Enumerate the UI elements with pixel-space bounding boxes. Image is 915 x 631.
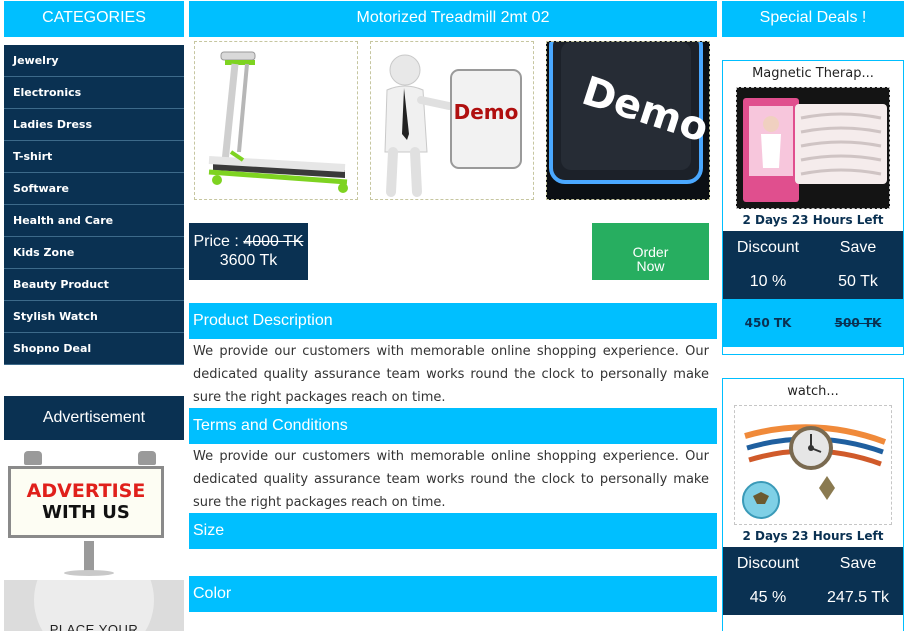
deal-price-row: 450 TK 500 TK: [723, 299, 903, 347]
deal-label-row: Discount Save: [723, 547, 903, 581]
place-your-ad-banner[interactable]: PLACE YOUR: [4, 580, 184, 631]
deal-card[interactable]: Magnetic Therap... 2 Days 23 Hours Left …: [722, 60, 904, 355]
deal-value-row: 10 % 50 Tk: [723, 265, 903, 299]
magnetic-belt-icon: [737, 88, 889, 208]
deal-image-watch[interactable]: [734, 405, 892, 525]
new-price: 3600 Tk: [219, 252, 278, 269]
deal-card[interactable]: watch... 2 Days 23 Hours Left Discount S…: [722, 378, 904, 631]
price-line: Price : 4000 TK: [189, 232, 308, 251]
save-value: 50 Tk: [838, 273, 878, 290]
sign-ground: [64, 570, 114, 576]
deal-countdown: 2 Days 23 Hours Left: [723, 209, 903, 231]
deal-name[interactable]: watch...: [723, 379, 903, 405]
advertise-board: ADVERTISE WITH US: [8, 466, 164, 538]
terms-and-conditions-header[interactable]: Terms and Conditions: [189, 408, 717, 444]
deal-label-row: Discount Save: [723, 231, 903, 265]
deal-image-magnetic-therapy[interactable]: [736, 87, 890, 209]
deal-old-price: 500 TK: [834, 316, 882, 330]
product-title: Motorized Treadmill 2mt 02: [189, 1, 717, 37]
deal-countdown: 2 Days 23 Hours Left: [723, 525, 903, 547]
product-image-demo-figure[interactable]: Demo: [370, 41, 534, 200]
place-your-ad-text: PLACE YOUR: [49, 622, 139, 631]
advertise-banner[interactable]: ADVERTISE WITH US: [4, 446, 184, 576]
now-label: Now: [636, 257, 665, 274]
category-item-health-and-care[interactable]: Health and Care: [4, 205, 184, 237]
sign-post: [84, 541, 94, 573]
category-list: Jewelry Electronics Ladies Dress T-shirt…: [4, 45, 184, 365]
treadmill-icon: [195, 42, 357, 199]
terms-and-conditions-text: We provide our customers with memorable …: [193, 449, 709, 510]
watch-icon: [735, 406, 891, 524]
lamp-icon: [138, 451, 156, 465]
save-label: Save: [839, 555, 877, 572]
advertise-line: ADVERTISE: [26, 480, 146, 502]
size-header[interactable]: Size: [189, 513, 717, 549]
product-image-treadmill[interactable]: [194, 41, 358, 200]
category-item-shopno-deal[interactable]: Shopno Deal: [4, 333, 184, 365]
discount-label: Discount: [736, 239, 800, 256]
category-item-software[interactable]: Software: [4, 173, 184, 205]
category-item-ladies-dress[interactable]: Ladies Dress: [4, 109, 184, 141]
categories-header: CATEGORIES: [4, 1, 184, 37]
discount-label: Discount: [736, 555, 800, 572]
advertisement-header: Advertisement: [4, 396, 184, 440]
old-price: 4000 TK: [243, 233, 304, 250]
order-now-button[interactable]: Order Now: [592, 223, 709, 280]
category-item-beauty-product[interactable]: Beauty Product: [4, 269, 184, 301]
category-item-stylish-watch[interactable]: Stylish Watch: [4, 301, 184, 333]
save-label: Save: [839, 239, 877, 256]
price-box: Price : 4000 TK 3600 Tk: [189, 223, 308, 280]
product-description-header[interactable]: Product Description: [189, 303, 717, 339]
order-label: Order: [632, 243, 669, 260]
deal-value-row: 45 % 247.5 Tk: [723, 581, 903, 615]
price-label: Price :: [193, 233, 239, 250]
lamp-icon: [24, 451, 42, 465]
color-header[interactable]: Color: [189, 576, 717, 612]
special-deals-header: Special Deals !: [722, 1, 904, 37]
discount-value: 10 %: [749, 273, 787, 290]
category-item-kids-zone[interactable]: Kids Zone: [4, 237, 184, 269]
product-image-demo-key[interactable]: Demo: [546, 41, 710, 200]
category-item-electronics[interactable]: Electronics: [4, 77, 184, 109]
product-description-text: We provide our customers with memorable …: [193, 344, 709, 405]
save-value: 247.5 Tk: [827, 589, 889, 606]
deal-name[interactable]: Magnetic Therap...: [723, 61, 903, 87]
with-us-line: WITH US: [42, 502, 130, 523]
demo-label: Demo: [453, 100, 519, 124]
discount-value: 45 %: [749, 589, 787, 606]
category-item-jewelry[interactable]: Jewelry: [4, 45, 184, 77]
category-item-t-shirt[interactable]: T-shirt: [4, 141, 184, 173]
deal-new-price: 450 TK: [744, 316, 792, 330]
